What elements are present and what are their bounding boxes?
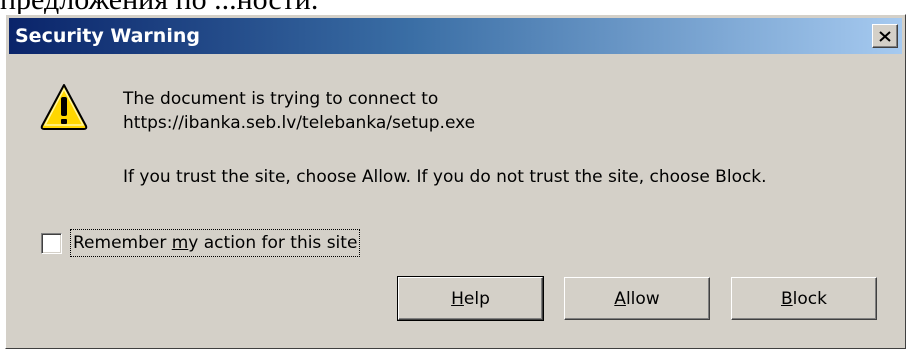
remember-action-option[interactable]: Remember my action for this site: [41, 229, 361, 257]
message-line-1: The document is trying to connect to: [123, 89, 439, 109]
remember-checkbox[interactable]: [41, 232, 62, 254]
remember-checkbox-label[interactable]: Remember my action for this site: [70, 229, 361, 257]
help-button[interactable]: Help: [397, 276, 544, 321]
close-button[interactable]: [872, 24, 898, 48]
security-warning-dialog: Security Warning The document is trying …: [5, 14, 906, 349]
title-bar[interactable]: Security Warning: [9, 18, 902, 54]
block-button[interactable]: Block: [731, 277, 877, 320]
message-url: https://ibanka.seb.lv/telebanka/setup.ex…: [123, 113, 476, 133]
allow-button[interactable]: Allow: [564, 277, 710, 320]
message-instructions: If you trust the site, choose Allow. If …: [123, 167, 767, 187]
remember-accesskey: m: [171, 233, 189, 253]
close-icon: [879, 30, 891, 42]
warning-icon: [40, 84, 88, 130]
dialog-title: Security Warning: [15, 25, 200, 47]
